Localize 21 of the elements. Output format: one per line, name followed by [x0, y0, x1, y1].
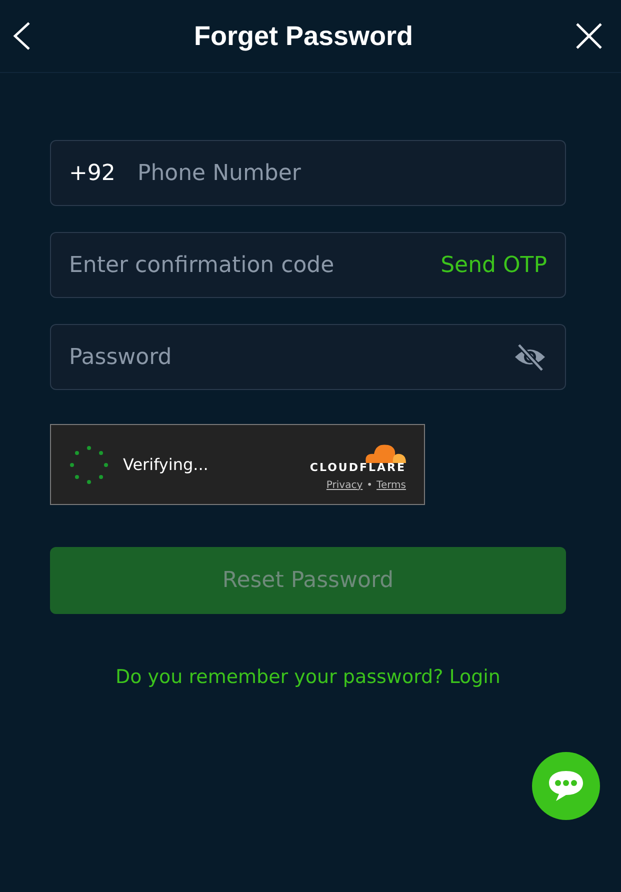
- separator-dot: •: [366, 480, 373, 490]
- phone-field[interactable]: +92 Phone Number: [50, 140, 566, 206]
- login-link[interactable]: Login: [449, 666, 500, 688]
- code-field[interactable]: Enter confirmation code Send OTP: [50, 232, 566, 298]
- country-code[interactable]: +92: [69, 160, 116, 186]
- password-input[interactable]: Password: [69, 344, 513, 370]
- captcha-status: Verifying...: [123, 455, 210, 474]
- code-input[interactable]: Enter confirmation code: [69, 252, 441, 278]
- terms-link[interactable]: Terms: [376, 480, 406, 490]
- close-icon[interactable]: [574, 22, 603, 50]
- spinner-icon: [69, 444, 109, 484]
- phone-input[interactable]: Phone Number: [137, 160, 547, 186]
- chat-bubble-icon: [546, 768, 586, 804]
- eye-off-icon[interactable]: [513, 342, 547, 372]
- send-otp-link[interactable]: Send OTP: [440, 252, 547, 278]
- privacy-link[interactable]: Privacy: [326, 480, 363, 490]
- brand-wordmark: CLOUDFLARE: [310, 460, 406, 474]
- remember-prompt: Do you remember your password?: [116, 666, 444, 688]
- page-title: Forget Password: [194, 20, 414, 52]
- password-field[interactable]: Password: [50, 324, 566, 390]
- back-icon[interactable]: [12, 21, 32, 51]
